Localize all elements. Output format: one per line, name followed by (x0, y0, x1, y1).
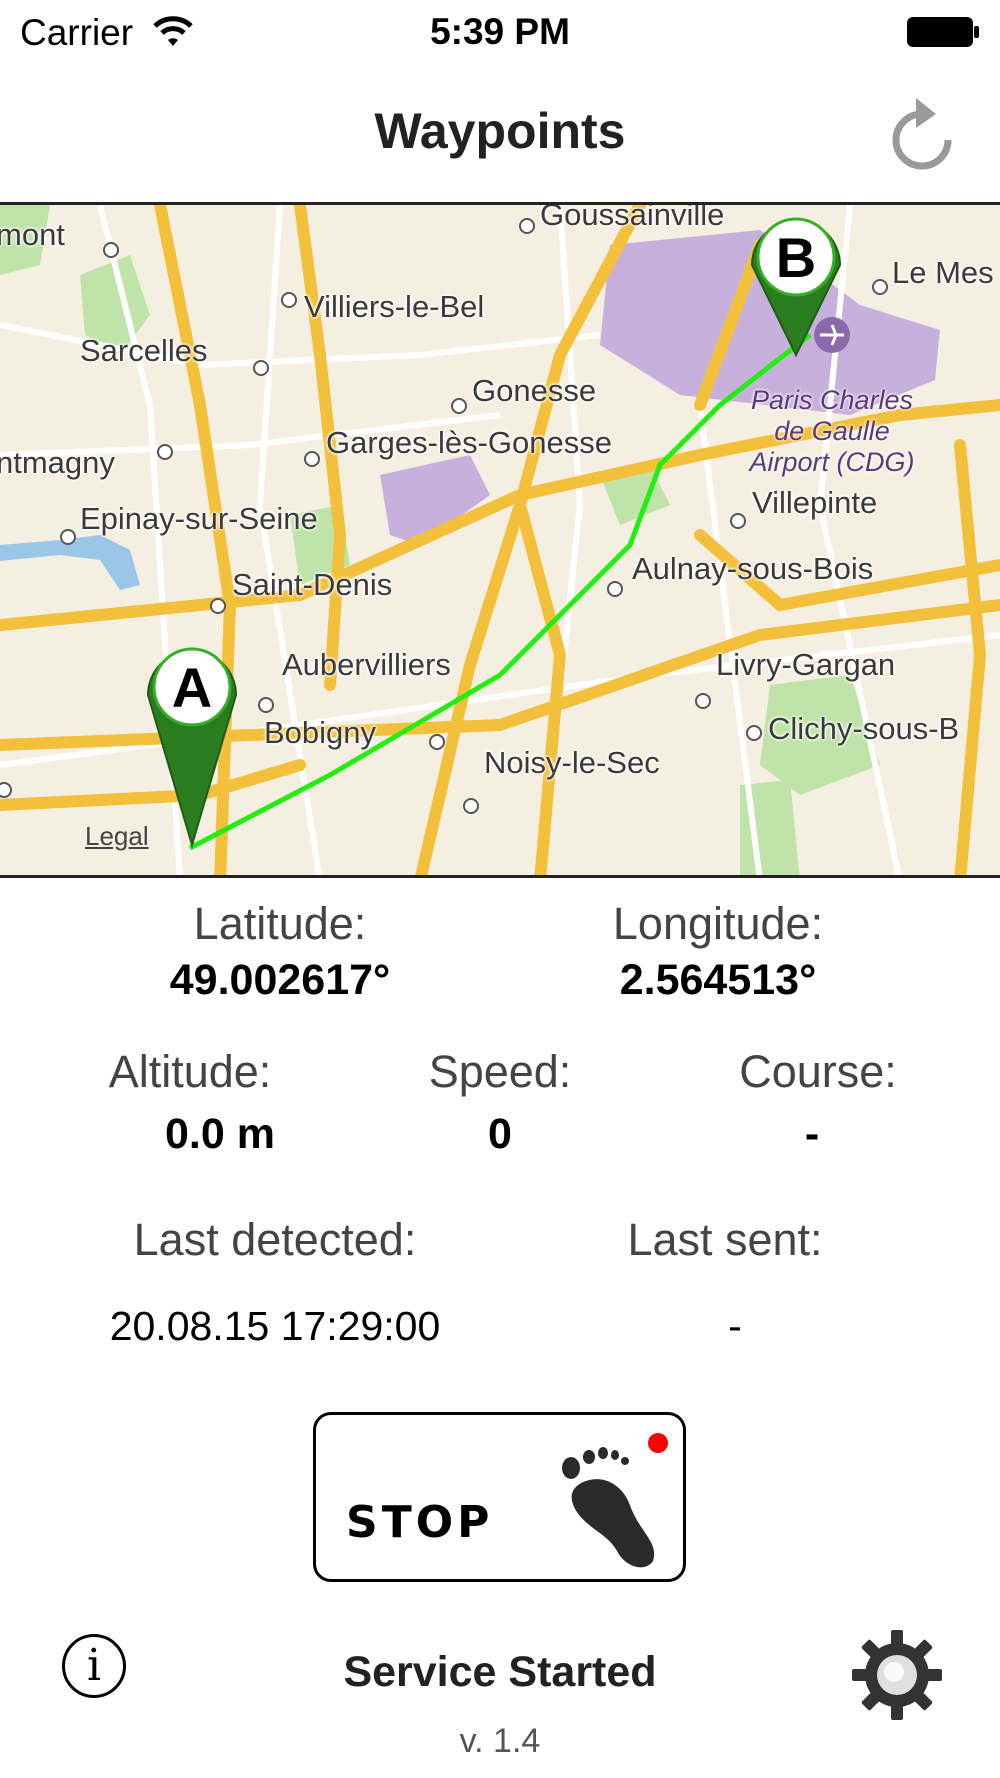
longitude-label: Longitude: (612, 898, 824, 949)
speed-value: 0 (488, 1110, 512, 1158)
refresh-icon[interactable] (886, 92, 958, 170)
course-value: - (804, 1110, 820, 1158)
place-label: Epinay-sur-Seine (80, 501, 318, 536)
stop-label: STOP (346, 1497, 494, 1548)
speed-label: Speed: (428, 1046, 572, 1097)
last-sent-value: - (728, 1303, 742, 1349)
place-label: Bobigny (264, 715, 377, 750)
place-label: Sarcelles (80, 333, 208, 368)
version-label: v. 1.4 (459, 1722, 541, 1760)
map-view[interactable]: Goussainville mont Villiers-le-Bel Le Me… (0, 202, 1000, 878)
pin-a-label: A (171, 656, 213, 719)
last-sent-label: Last sent: (627, 1214, 823, 1265)
place-label: mont (0, 217, 65, 252)
legal-link[interactable]: Legal (85, 821, 149, 852)
place-label: Villiers-le-Bel (304, 289, 485, 324)
longitude-value: 2.564513° (619, 956, 817, 1004)
battery-icon (907, 17, 979, 47)
place-label: Noisy-le-Sec (484, 745, 660, 780)
place-label: Garges-lès-Gonesse (326, 425, 613, 460)
place-label: Aubervilliers (282, 647, 451, 682)
clock: 5:39 PM (430, 11, 570, 52)
stop-button[interactable]: STOP (313, 1412, 686, 1582)
airport-label: Paris Charles de Gaulle Airport (CDG) (749, 385, 915, 477)
place-label: Saint-Denis (232, 567, 393, 602)
altitude-value: 0.0 m (165, 1110, 275, 1158)
course-label: Course: (739, 1046, 897, 1097)
latitude-value: 49.002617° (169, 956, 391, 1004)
place-label: Clichy-sous-B (768, 711, 960, 746)
status-bar: Carrier 5:39 PM (0, 0, 1000, 68)
place-label: Villepinte (752, 485, 878, 520)
place-label: Livry-Gargan (716, 647, 896, 682)
altitude-label: Altitude: (108, 1046, 272, 1097)
pin-b-label: B (775, 226, 817, 289)
place-label: Le Mes (892, 255, 994, 290)
footprint-icon (562, 1447, 655, 1568)
last-detected-value: 20.08.15 17:29:00 (109, 1303, 441, 1349)
place-label: ntmagny (0, 445, 115, 480)
place-label: Aulnay-sous-Bois (632, 551, 874, 586)
place-label: Gonesse (472, 373, 597, 408)
recording-indicator (648, 1433, 668, 1453)
page-title: Waypoints (374, 103, 626, 159)
gear-icon[interactable] (850, 1628, 944, 1722)
place-label: Goussainville (540, 202, 725, 232)
latitude-label: Latitude: (193, 898, 367, 949)
last-detected-label: Last detected: (133, 1214, 417, 1265)
